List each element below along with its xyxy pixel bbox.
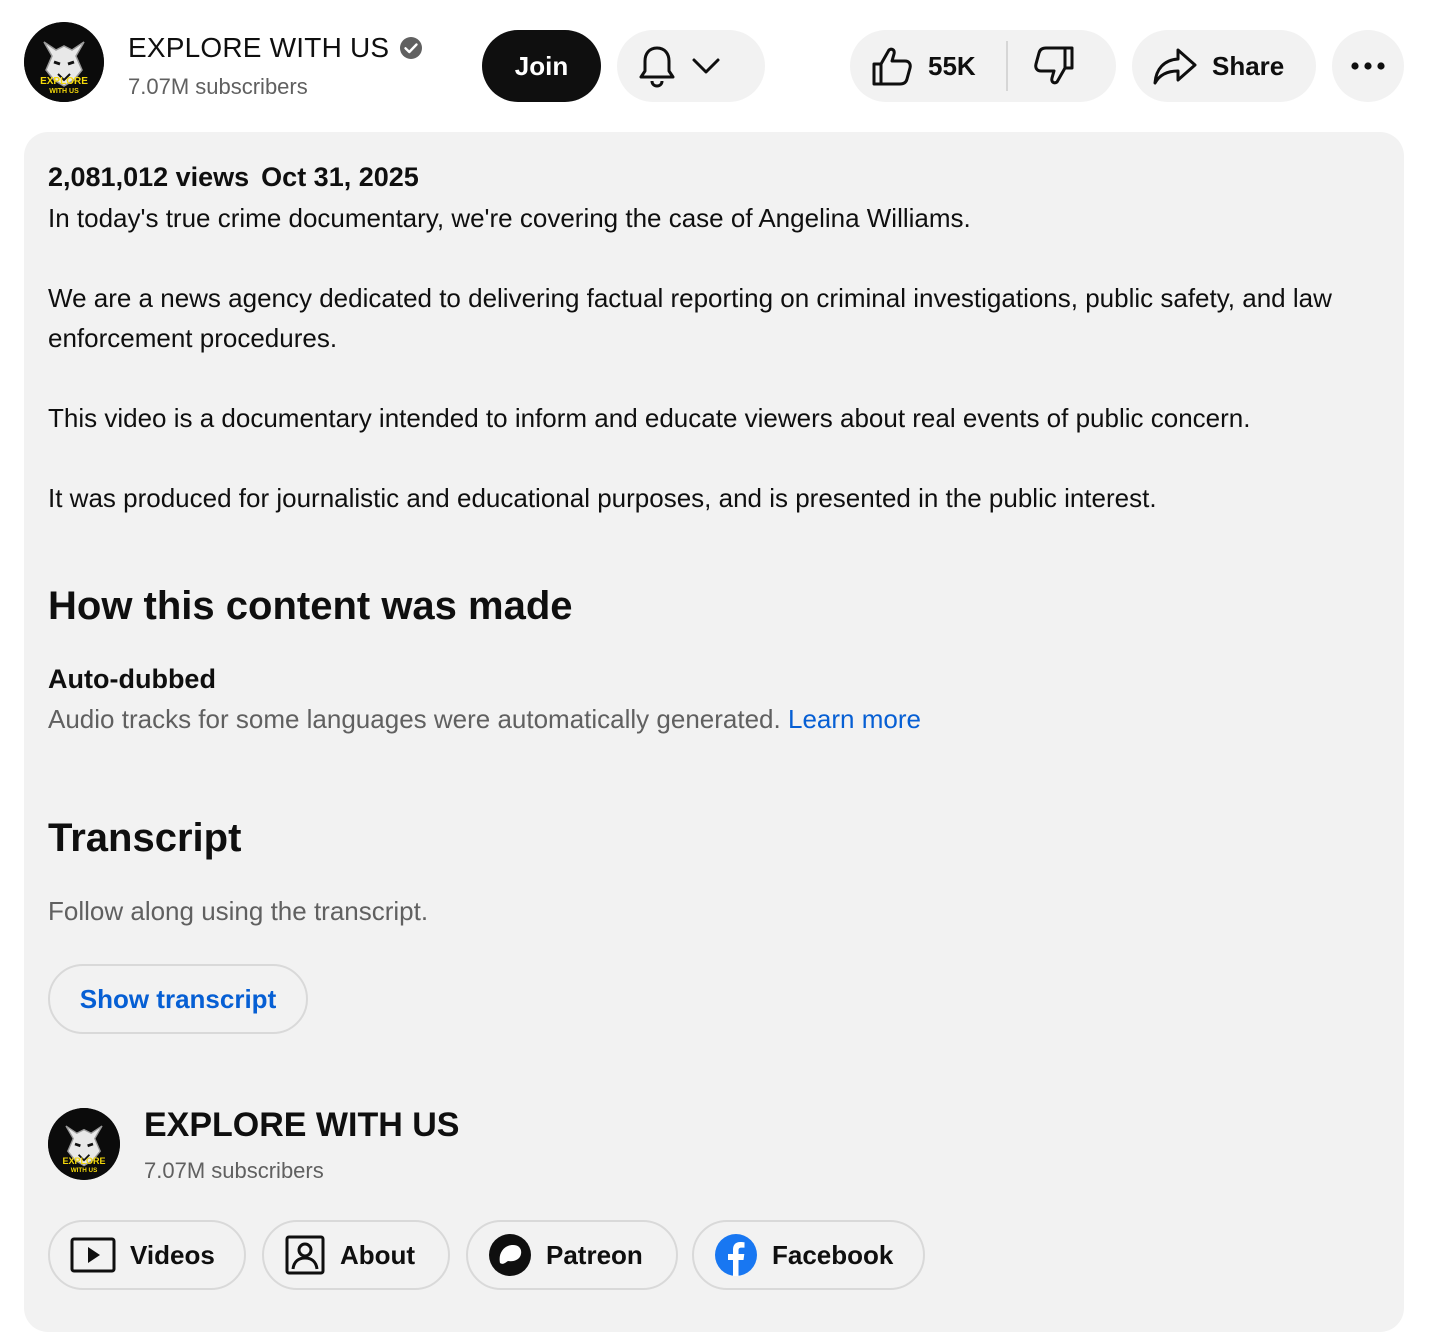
videos-chip[interactable]: Videos	[48, 1220, 246, 1290]
svg-text:EXPLORE: EXPLORE	[40, 76, 88, 87]
facebook-chip-label: Facebook	[772, 1239, 894, 1270]
share-arrow-icon	[1152, 46, 1198, 86]
share-button[interactable]: Share	[1132, 30, 1316, 102]
description-paragraph: It was produced for journalistic and edu…	[48, 483, 1157, 513]
footer-channel-name[interactable]: EXPLORE WITH US	[144, 1106, 459, 1145]
how-made-title: How this content was made	[48, 584, 573, 628]
wolf-logo-icon: EXPLORE WITH US	[24, 22, 104, 102]
patreon-chip[interactable]: Patreon	[466, 1220, 678, 1290]
share-label: Share	[1212, 50, 1285, 81]
description-paragraph: In today's true crime documentary, we're…	[48, 203, 971, 233]
channel-name-label[interactable]: EXPLORE WITH US	[128, 32, 389, 64]
description-paragraph: This video is a documentary intended to …	[48, 403, 1251, 433]
more-horizontal-icon	[1351, 62, 1385, 70]
dislike-button[interactable]	[1032, 44, 1076, 88]
join-button[interactable]: Join	[482, 30, 601, 102]
svg-text:WITH US: WITH US	[71, 1167, 98, 1174]
learn-more-link[interactable]: Learn more	[788, 704, 921, 734]
facebook-chip[interactable]: Facebook	[692, 1220, 925, 1290]
clipped-video-title	[0, 0, 1438, 6]
footer-subscriber-count: 7.07M subscribers	[144, 1158, 324, 1183]
notifications-button[interactable]	[617, 30, 765, 102]
view-count: 2,081,012 views	[48, 162, 250, 192]
like-dislike-group: 55K	[850, 30, 1116, 102]
person-box-icon	[284, 1234, 326, 1276]
facebook-icon	[714, 1233, 758, 1277]
transcript-text: Follow along using the transcript.	[48, 896, 429, 926]
wolf-logo-icon: EXPLORE WITH US	[48, 1108, 120, 1180]
description-panel[interactable]: 2,081,012 views Oct 31, 2025 In today's t…	[24, 132, 1404, 1332]
channel-avatar[interactable]: EXPLORE WITH US	[24, 22, 104, 102]
description-text: In today's true crime documentary, we're…	[48, 198, 1368, 558]
thumbs-down-icon	[1033, 46, 1074, 85]
show-transcript-button[interactable]: Show transcript	[48, 964, 308, 1034]
patreon-chip-label: Patreon	[546, 1239, 643, 1270]
like-divider	[1005, 41, 1008, 91]
patreon-icon	[488, 1233, 532, 1277]
about-chip-label: About	[340, 1239, 416, 1270]
videos-chip-label: Videos	[130, 1239, 215, 1270]
auto-dubbed-text: Audio tracks for some languages were aut…	[48, 704, 921, 735]
about-chip[interactable]: About	[262, 1220, 450, 1290]
description-paragraph: We are a news agency dedicated to delive…	[48, 283, 1332, 353]
auto-dubbed-label: Auto-dubbed	[48, 664, 216, 694]
chevron-down-icon	[691, 56, 721, 76]
subscriber-count: 7.07M subscribers	[128, 74, 308, 99]
verified-badge-icon	[400, 37, 423, 59]
like-count: 55K	[928, 50, 976, 81]
svg-text:EXPLORE: EXPLORE	[62, 1156, 105, 1166]
thumbs-up-icon	[870, 44, 914, 88]
transcript-title: Transcript	[48, 816, 242, 860]
svg-text:WITH US: WITH US	[49, 88, 79, 95]
footer-channel-avatar[interactable]: EXPLORE WITH US	[48, 1108, 120, 1180]
like-button[interactable]: 55K	[870, 44, 976, 88]
video-play-icon	[70, 1236, 116, 1274]
view-date-info: 2,081,012 views Oct 31, 2025	[48, 162, 419, 193]
upload-date: Oct 31, 2025	[261, 162, 419, 192]
owner-row: EXPLORE WITH US EXPLORE WITH US 7.07M su…	[24, 22, 1404, 104]
more-actions-button[interactable]	[1332, 30, 1404, 102]
channel-name[interactable]: EXPLORE WITH US	[128, 32, 423, 64]
auto-dubbed-description: Audio tracks for some languages were aut…	[48, 704, 781, 734]
bell-icon	[637, 44, 677, 88]
